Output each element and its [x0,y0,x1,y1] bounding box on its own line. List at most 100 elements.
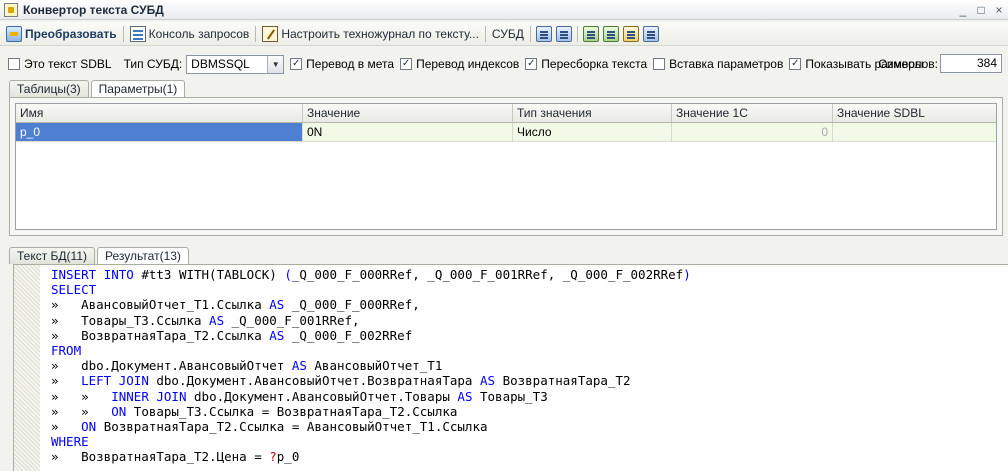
cell-value-1c[interactable]: 0 [672,123,833,141]
format-icon[interactable] [535,25,552,42]
show-sizes-box[interactable]: ✓ [789,58,802,70]
configure-journal-label: Настроить техножурнал по тексту... [281,26,479,41]
code-token: AS [291,358,315,374]
tab-result[interactable]: Результат(13) [97,247,189,265]
code-text[interactable]: INSERT INTO #tt3 WITH(TABLOCK) (_Q_000_F… [51,267,691,464]
dbms-type-select[interactable]: DBMSSQL ▼ [186,54,285,74]
tab-tables[interactable]: Таблицы(3) [9,80,89,97]
tab-parameters[interactable]: Параметры(1) [90,80,186,98]
code-token: Товары_Т3 [480,388,548,404]
code-token: » АвансовыйОтчет_Т1.Ссылка [51,297,270,313]
code-token: » ВозвратнаяТара_Т2.Цена = [51,449,270,465]
toolbar-separator [529,25,531,42]
top-tabs: Таблицы(3) Параметры(1) [9,79,187,98]
code-line: » LEFT JOIN dbo.Документ.АвансовыйОтчет.… [51,373,691,388]
import-icon[interactable] [602,25,619,42]
chevron-down-icon[interactable]: ▼ [267,55,284,73]
convert-icon [6,25,22,42]
symbols-field[interactable]: 384 [940,54,1002,73]
editor-gutter [14,265,40,471]
app-icon [4,2,18,17]
is-sdbl-checkbox[interactable]: Это текст SDBL [8,57,112,71]
code-token: ? [269,449,277,465]
window-icon[interactable] [642,25,659,42]
query-console-button[interactable]: Консоль запросов [127,24,253,44]
translate-meta-checkbox[interactable]: ✓ Перевод в мета [290,57,394,71]
code-token: ( [284,267,292,282]
tree-icon[interactable] [622,25,639,42]
column-header-value-1c[interactable]: Значение 1С [672,104,833,122]
translate-meta-label: Перевод в мета [306,57,395,71]
code-token: » Товары_Т3.Ссылка [51,312,210,328]
convert-button[interactable]: Преобразовать [3,24,120,44]
code-token: _Q_000_F_001RRef, [231,312,360,328]
translate-indexes-box[interactable]: ✓ [400,58,413,70]
is-sdbl-box[interactable] [8,58,20,70]
code-token: AS [457,388,480,404]
code-token: AS [269,327,292,343]
reassemble-text-checkbox[interactable]: ✓ Пересборка текста [525,57,647,71]
column-header-value[interactable]: Значение [303,104,513,122]
code-line: SELECT [51,282,691,297]
configure-journal-button[interactable]: Настроить техножурнал по тексту... [259,24,482,44]
code-token: SELECT [51,282,97,298]
console-icon [129,25,146,42]
export-icon[interactable] [582,25,599,42]
cell-value[interactable]: 0N [303,123,513,141]
code-token: _Q_000_F_000RRef, [291,297,420,313]
result-code-editor[interactable]: INSERT INTO #tt3 WITH(TABLOCK) (_Q_000_F… [13,264,1008,471]
window-title: Конвертор текста СУБД [23,2,164,17]
code-token: ВозвратнаяТара_Т2.Ссылка = АвансовыйОтче… [103,418,488,434]
window-controls: _ □ × [954,0,1008,20]
cell-value-sdbl[interactable] [833,123,996,141]
code-token: LEFT JOIN [81,373,157,389]
title-bar: Конвертор текста СУБД _ □ × [0,0,1008,20]
cell-type[interactable]: Число [513,123,672,141]
code-token: Товары_Т3.Ссылка = ВозвратнаяТара_Т2.Ссы… [133,403,458,419]
maximize-button[interactable]: □ [972,0,990,20]
code-line: » ВозвратнаяТара_Т2.Цена = ?p_0 [51,449,691,464]
code-token: #tt3 WITH(TABLOCK) [141,267,285,282]
close-button[interactable]: × [990,0,1008,20]
column-header-value-sdbl[interactable]: Значение SDBL [833,104,996,122]
insert-params-checkbox[interactable]: Вставка параметров [653,57,783,71]
code-token: » [51,373,82,389]
code-token: _Q_000_F_002RRef [291,327,413,343]
options-row: Это текст SDBL Тип СУБД: DBMSSQL ▼ ✓ Пер… [0,53,1008,75]
code-token: ) [683,267,691,282]
column-header-name[interactable]: Имя [16,104,303,122]
insert-params-label: Вставка параметров [669,57,784,71]
cell-name[interactable]: p_0 [16,123,303,141]
code-token: » [51,418,82,434]
code-token: p_0 [276,449,300,465]
code-line: FROM [51,343,691,358]
code-token: » dbo.Документ.АвансовыйОтчет [51,358,292,374]
code-token: INNER JOIN [111,388,195,404]
reassemble-text-box[interactable]: ✓ [525,58,538,70]
translate-meta-box[interactable]: ✓ [290,58,303,70]
dbms-type-value: DBMSSQL [191,57,250,71]
toolbar-separator [255,25,257,42]
insert-params-box[interactable] [653,58,666,70]
code-line: » ON ВозвратнаяТара_Т2.Ссылка = Авансовы… [51,419,691,434]
parameters-grid: Имя Значение Тип значения Значение 1С Зн… [15,103,997,230]
code-token: AS [479,373,503,389]
toolbar-separator [576,25,578,42]
tab-db-text[interactable]: Текст БД(11) [9,247,95,264]
code-token: » » [51,388,112,404]
split-icon[interactable] [555,25,572,42]
symbols-label: Символов: [878,57,938,71]
code-token: INSERT [51,267,104,282]
table-row[interactable]: p_0 0N Число 0 [16,123,996,142]
parameters-panel: Имя Значение Тип значения Значение 1С Зн… [9,97,1003,236]
dbms-button[interactable]: СУБД [489,24,527,44]
translate-indexes-checkbox[interactable]: ✓ Перевод индексов [400,57,519,71]
code-token: ВозвратнаяТара_Т2 [502,373,631,389]
code-token: АвансовыйОтчет_Т1 [314,358,443,374]
minimize-button[interactable]: _ [954,0,972,20]
code-token: AS [269,297,292,313]
code-token: ON [81,418,104,434]
code-token: _Q_000_F_000RRef, _Q_000_F_001RRef, _Q_0… [291,267,684,282]
translate-indexes-label: Перевод индексов [416,57,520,71]
column-header-type[interactable]: Тип значения [513,104,672,122]
